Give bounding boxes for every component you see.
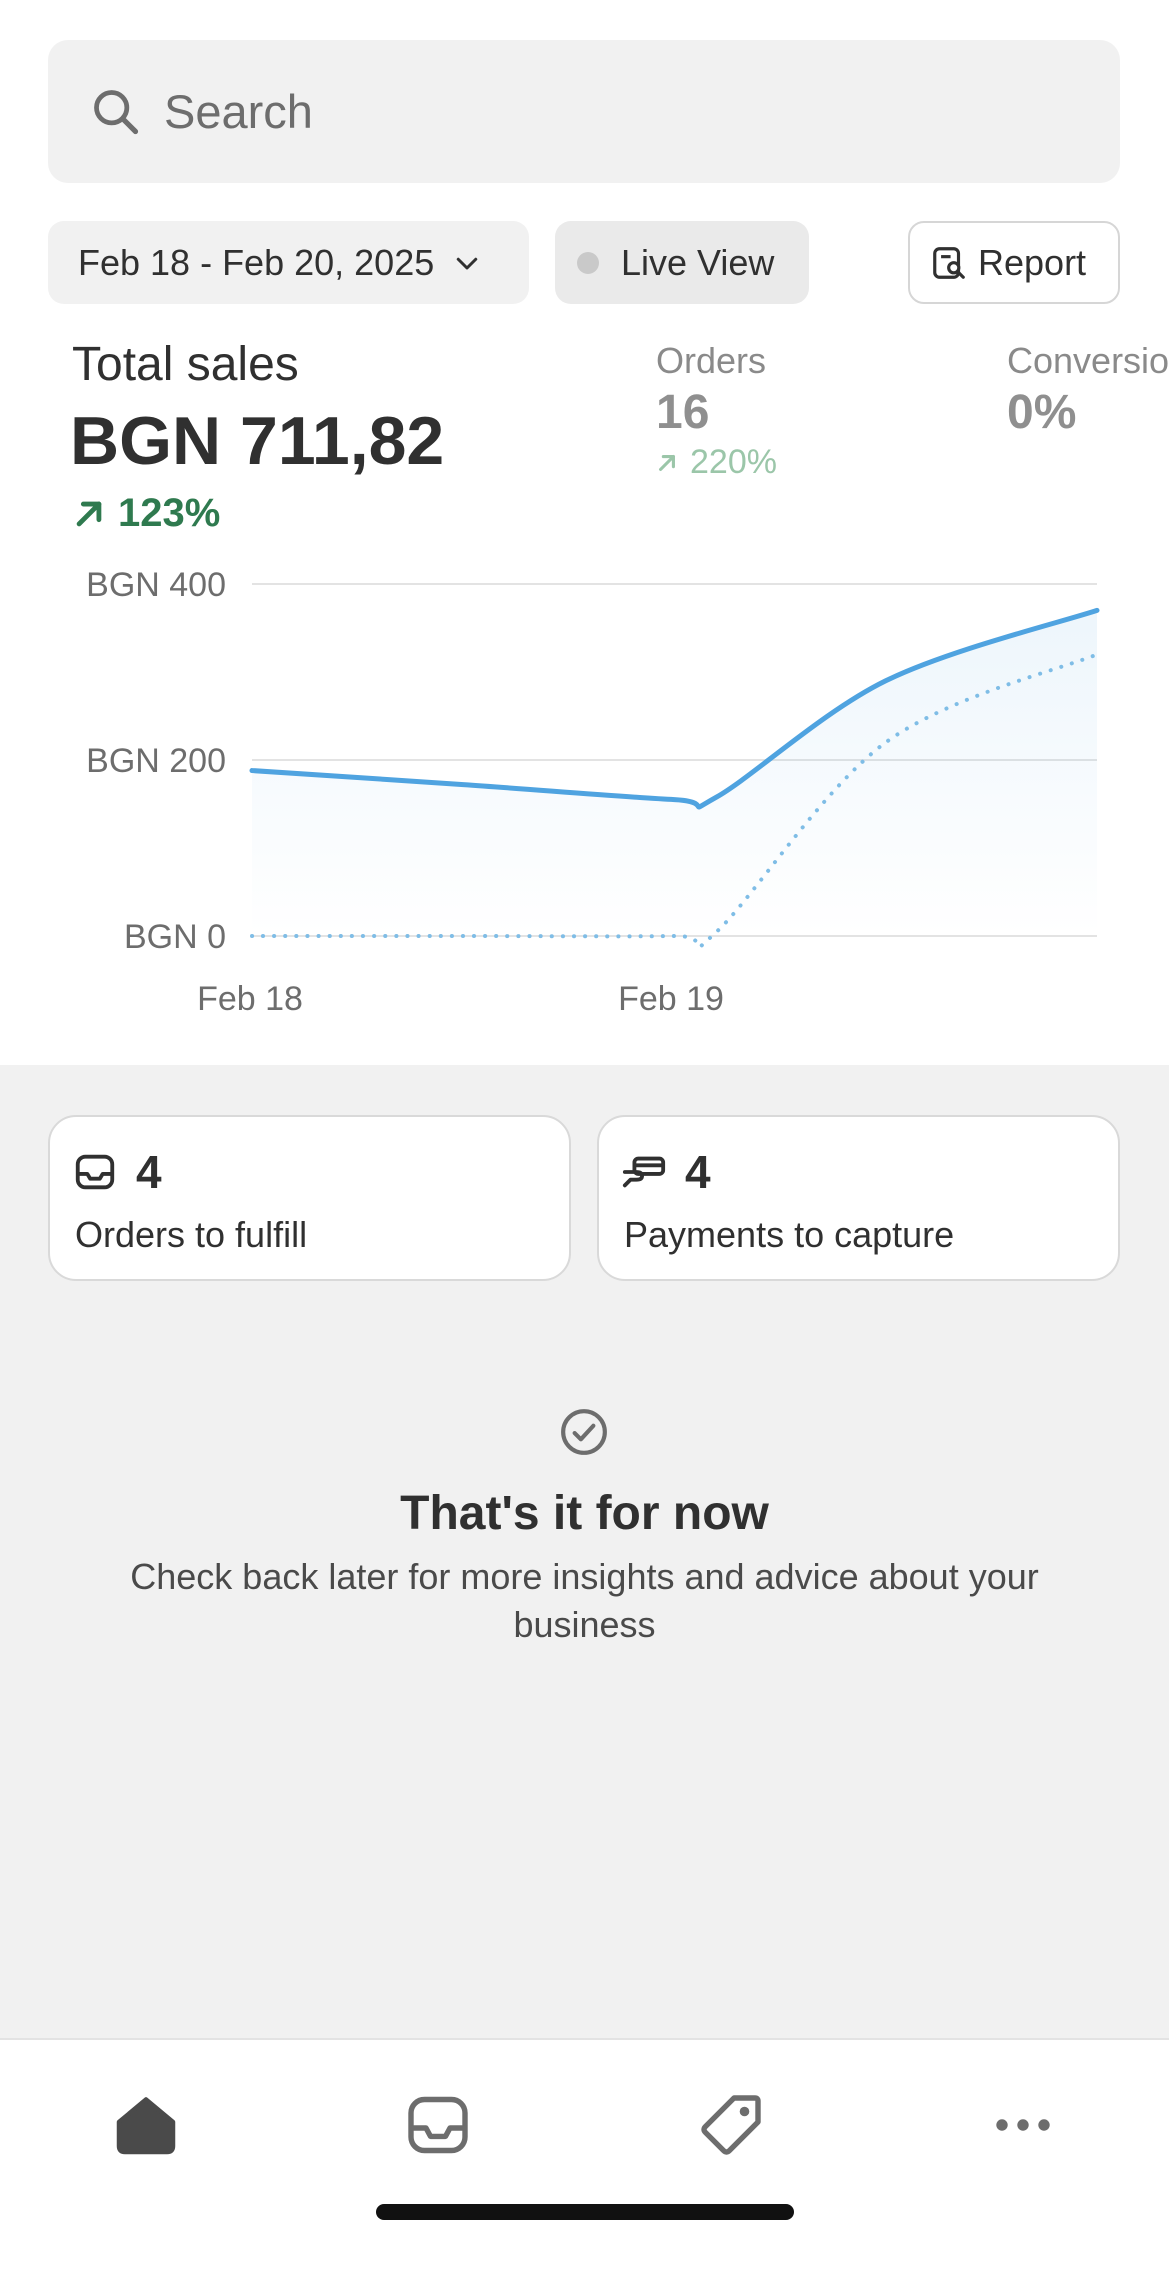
live-status-dot <box>577 251 599 274</box>
search-placeholder: Search <box>164 85 313 138</box>
arrow-up-right-icon <box>659 454 675 471</box>
live-view-button[interactable]: Live View <box>555 221 809 304</box>
orders-to-fulfill-count: 4 <box>136 1146 162 1198</box>
sales-line-chart: BGN 400 BGN 200 BGN 0 Feb 18 Feb 19 <box>86 566 1100 1018</box>
x-tick-label: Feb 19 <box>618 980 724 1018</box>
tab-products[interactable] <box>686 2080 776 2170</box>
home-indicator <box>376 2204 794 2220</box>
conversion-label: Conversion <box>1007 340 1169 381</box>
y-tick-label: BGN 400 <box>86 566 226 604</box>
date-range-picker[interactable]: Feb 18 - Feb 20, 2025 <box>48 221 529 304</box>
y-tick-label: BGN 200 <box>86 742 226 780</box>
tab-orders[interactable] <box>393 2080 483 2170</box>
payments-to-capture-card[interactable]: 4 Payments to capture <box>597 1115 1120 1281</box>
orders-to-fulfill-card[interactable]: 4 Orders to fulfill <box>48 1115 571 1281</box>
total-sales-label: Total sales <box>72 338 299 391</box>
conversion-value: 0% <box>1007 386 1077 439</box>
inbox-icon <box>75 1154 115 1190</box>
report-icon <box>933 246 965 279</box>
orders-to-fulfill-label: Orders to fulfill <box>75 1214 308 1255</box>
orders-label: Orders <box>656 340 767 381</box>
check-circle-icon <box>561 1409 607 1455</box>
tab-more[interactable] <box>978 2080 1068 2170</box>
search-icon <box>94 89 139 134</box>
live-view-label: Live View <box>621 241 775 283</box>
total-sales-delta-value: 123% <box>118 491 221 535</box>
search-bar[interactable]: Search <box>48 40 1120 183</box>
home-icon <box>116 2097 176 2155</box>
home-dashboard: Search Feb 18 - Feb 20, 2025 Live View R… <box>0 0 1169 1065</box>
orders-delta: 220% <box>656 443 777 482</box>
series-area <box>252 610 1097 936</box>
orders-inbox-icon <box>408 2096 468 2154</box>
total-sales-value: BGN 711,82 <box>70 403 445 479</box>
empty-state-text: Check back later for more insights and a… <box>130 1556 1039 1645</box>
chevron-down-icon <box>457 257 478 269</box>
more-icon <box>996 2119 1050 2131</box>
arrow-up-right-icon <box>76 501 102 526</box>
orders-value: 16 <box>656 386 710 439</box>
y-tick-label: BGN 0 <box>124 918 226 956</box>
orders-delta-value: 220% <box>690 443 777 481</box>
total-sales-delta: 123% <box>72 491 220 536</box>
report-label: Report <box>978 241 1087 283</box>
chart-series-group <box>249 607 1100 949</box>
x-tick-label: Feb 18 <box>197 980 303 1018</box>
payments-to-capture-label: Payments to capture <box>624 1214 955 1255</box>
report-button[interactable]: Report <box>908 221 1120 304</box>
date-range-label: Feb 18 - Feb 20, 2025 <box>78 241 435 283</box>
bottom-tab-bar <box>0 2038 1169 2277</box>
empty-state-title: That's it for now <box>400 1487 769 1540</box>
tab-home[interactable] <box>101 2080 191 2170</box>
products-tag-icon <box>701 2095 761 2155</box>
payments-to-capture-count: 4 <box>685 1146 711 1198</box>
payment-hand-icon <box>622 1156 666 1188</box>
